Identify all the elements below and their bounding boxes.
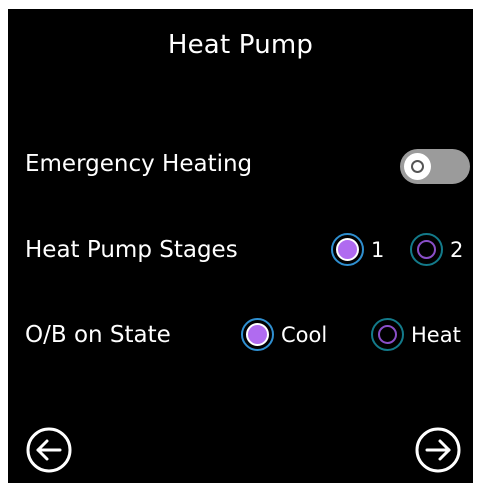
arrow-left-circle-icon: [26, 427, 72, 473]
ob-cool-option[interactable]: Cool: [241, 318, 327, 351]
ob-heat-radio[interactable]: [371, 318, 404, 351]
stage-1-radio[interactable]: [331, 233, 364, 266]
next-button[interactable]: [413, 425, 463, 475]
back-button[interactable]: [24, 425, 74, 475]
ob-on-state-label: O/B on State: [25, 322, 171, 348]
ob-cool-radio[interactable]: [241, 318, 274, 351]
heat-pump-screen: Heat Pump Emergency Heating Heat Pump St…: [8, 9, 473, 483]
ob-cool-label: Cool: [281, 322, 328, 347]
stage-1-option[interactable]: 1: [331, 233, 384, 266]
stage-1-label: 1: [371, 237, 385, 262]
stage-2-option[interactable]: 2: [410, 233, 463, 266]
ob-heat-label: Heat: [411, 322, 461, 347]
stage-2-label: 2: [450, 237, 464, 262]
stage-2-radio[interactable]: [410, 233, 443, 266]
toggle-knob: [404, 153, 431, 180]
emergency-heating-label: Emergency Heating: [25, 151, 253, 177]
arrow-right-circle-icon: [415, 427, 461, 473]
emergency-heating-toggle[interactable]: [400, 149, 470, 184]
heat-pump-stages-label: Heat Pump Stages: [25, 237, 238, 263]
page-title: Heat Pump: [167, 30, 314, 60]
ob-heat-option[interactable]: Heat: [371, 318, 461, 351]
